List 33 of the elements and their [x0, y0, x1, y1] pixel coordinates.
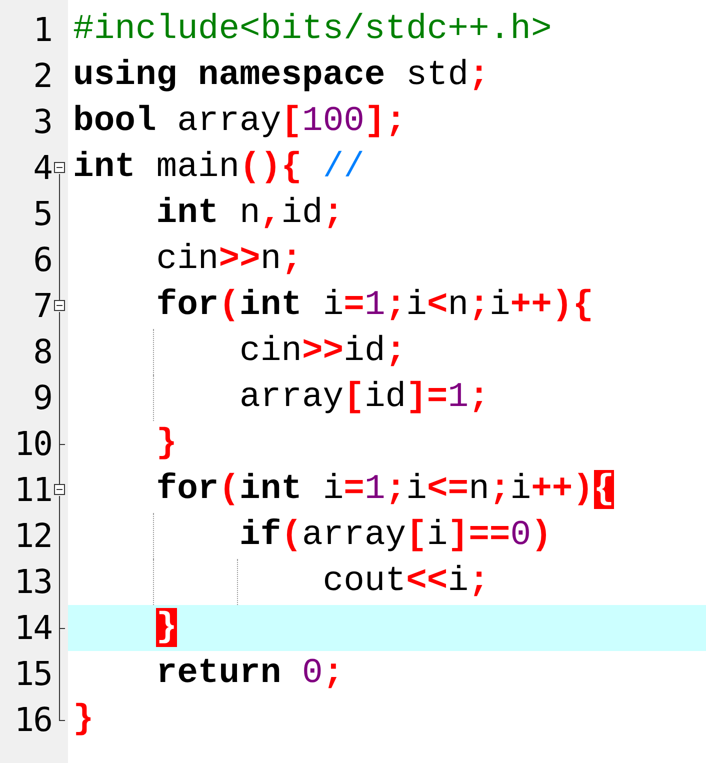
line-number: 1 [32, 9, 52, 51]
code-line: return 0; [155, 653, 345, 695]
code-line: } [155, 423, 178, 465]
line-number: 7 [32, 285, 52, 327]
line-number: 11 [13, 469, 52, 511]
line-number: 6 [32, 239, 52, 281]
collapse-icon[interactable] [54, 162, 65, 173]
code-line: bool array[100]; [72, 101, 408, 143]
line-number: 14 [13, 607, 52, 649]
collapse-icon[interactable] [54, 300, 65, 311]
line-number: 13 [13, 561, 52, 603]
code-line: cin>>n; [155, 239, 304, 281]
line-number: 5 [32, 193, 52, 235]
line-number: 3 [32, 101, 52, 143]
line-number: 10 [13, 423, 52, 465]
line-number: 2 [32, 55, 52, 97]
line-number: 15 [13, 653, 52, 695]
code-line: int main(){ // [72, 147, 366, 189]
line-number: 4 [32, 147, 52, 189]
code-line: for(int i=1;i<=n;i++){ [155, 469, 616, 511]
line-number: 16 [13, 699, 52, 741]
code-line: array[id]=1; [68, 375, 706, 421]
collapse-icon[interactable] [54, 484, 65, 495]
line-number: 8 [32, 331, 52, 373]
code-line: if(array[i]==0) [68, 513, 706, 559]
code-line: for(int i=1;i<n;i++){ [155, 285, 595, 327]
code-line: cin>>id; [68, 329, 706, 375]
code-line: int n,id; [155, 193, 345, 235]
code-line: } [72, 699, 95, 741]
code-line: using namespace std; [72, 55, 490, 97]
code-line: #include<bits/stdc++.h> [72, 9, 553, 51]
line-number: 12 [13, 515, 52, 557]
line-number: 9 [32, 377, 52, 419]
